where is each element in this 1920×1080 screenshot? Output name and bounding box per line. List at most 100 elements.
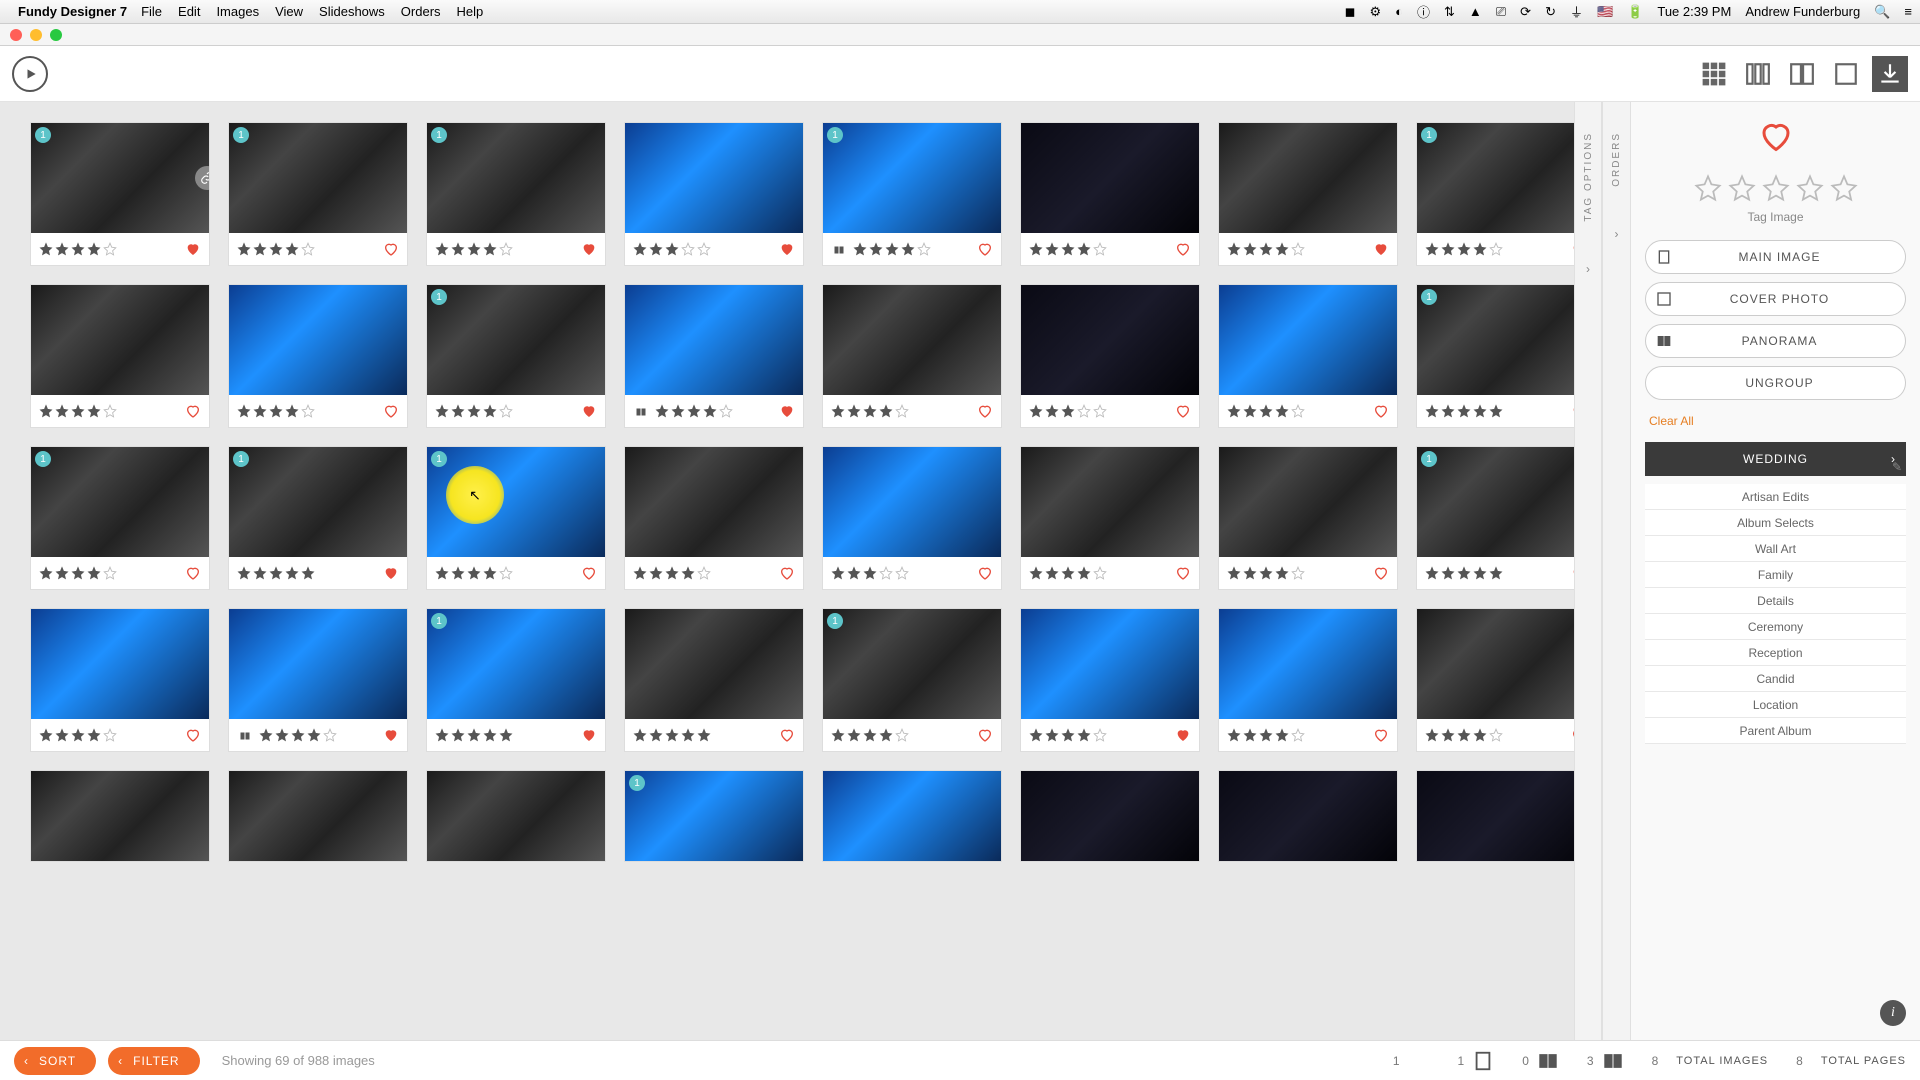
star-icon[interactable] — [301, 566, 315, 580]
image-card[interactable] — [624, 446, 804, 590]
thumbnail[interactable] — [823, 285, 1001, 395]
star-icon[interactable] — [681, 242, 695, 256]
thumbnail[interactable] — [1219, 771, 1397, 861]
cover-photo-button[interactable]: COVER PHOTO — [1645, 282, 1906, 316]
heart-icon[interactable] — [1373, 241, 1389, 257]
heart-icon[interactable] — [1571, 727, 1574, 743]
star-icon[interactable] — [467, 242, 481, 256]
image-card[interactable]: 1 — [426, 446, 606, 590]
star-icon[interactable] — [1077, 404, 1091, 418]
star-icon[interactable] — [1045, 242, 1059, 256]
info-button[interactable]: i — [1880, 1000, 1906, 1026]
star-icon[interactable] — [847, 404, 861, 418]
heart-icon[interactable] — [779, 727, 795, 743]
category-item[interactable]: Reception — [1645, 640, 1906, 666]
heart-icon[interactable] — [581, 403, 597, 419]
heart-icon[interactable] — [1373, 565, 1389, 581]
image-card[interactable] — [228, 608, 408, 752]
star-icon[interactable] — [451, 728, 465, 742]
star-icon[interactable] — [285, 404, 299, 418]
thumbnail[interactable] — [1021, 609, 1199, 719]
thumbnail[interactable] — [625, 447, 803, 557]
star-icon[interactable] — [1077, 566, 1091, 580]
star-icon[interactable] — [55, 566, 69, 580]
heart-icon[interactable] — [1175, 403, 1191, 419]
heart-icon[interactable] — [383, 565, 399, 581]
rating-stars[interactable] — [1645, 174, 1906, 202]
image-card[interactable] — [1416, 770, 1574, 862]
status-icon[interactable]: ⟳ — [1520, 4, 1531, 20]
image-card[interactable] — [1218, 770, 1398, 862]
heart-icon[interactable] — [779, 241, 795, 257]
compare-view-button[interactable] — [1784, 56, 1820, 92]
ungroup-button[interactable]: UNGROUP — [1645, 366, 1906, 400]
image-card[interactable]: 1 — [822, 608, 1002, 752]
star-icon[interactable] — [87, 728, 101, 742]
star-icon[interactable] — [301, 404, 315, 418]
heart-icon[interactable] — [779, 565, 795, 581]
status-icon[interactable]: ⎚ — [1496, 4, 1506, 20]
status-icon[interactable]: ⇅ — [1444, 4, 1455, 20]
star-icon[interactable] — [71, 404, 85, 418]
menu-file[interactable]: File — [141, 4, 162, 19]
image-card[interactable] — [624, 608, 804, 752]
image-card[interactable]: 1 — [1416, 446, 1574, 590]
star-icon[interactable] — [1457, 242, 1471, 256]
star-icon[interactable] — [665, 242, 679, 256]
star-icon[interactable] — [1457, 404, 1471, 418]
image-card[interactable]: 1 — [426, 122, 606, 266]
star-icon[interactable] — [863, 566, 877, 580]
star-icon[interactable] — [253, 242, 267, 256]
rating-stars[interactable] — [237, 566, 383, 580]
category-item[interactable]: Album Selects — [1645, 510, 1906, 536]
status-icon[interactable]: ↻ — [1545, 4, 1556, 20]
star-icon[interactable] — [1029, 566, 1043, 580]
play-button[interactable] — [12, 56, 48, 92]
star-icon[interactable] — [275, 728, 289, 742]
star-icon[interactable] — [671, 404, 685, 418]
star-icon[interactable] — [103, 566, 117, 580]
image-card[interactable] — [1020, 122, 1200, 266]
panorama-button[interactable]: PANORAMA — [1645, 324, 1906, 358]
star-icon[interactable] — [1243, 566, 1257, 580]
star-icon[interactable] — [719, 404, 733, 418]
tag-options-rail[interactable]: TAG OPTIONS › — [1574, 102, 1602, 1040]
star-icon[interactable] — [1275, 242, 1289, 256]
star-icon[interactable] — [55, 728, 69, 742]
star-icon[interactable] — [55, 404, 69, 418]
status-icon[interactable]: ◐ — [1395, 4, 1403, 19]
thumbnail[interactable] — [1219, 285, 1397, 395]
star-icon[interactable] — [435, 404, 449, 418]
rating-stars[interactable] — [435, 404, 581, 418]
heart-icon[interactable] — [1175, 241, 1191, 257]
category-dropdown[interactable]: WEDDING › — [1645, 442, 1906, 476]
star-icon[interactable] — [1291, 566, 1305, 580]
thumbnail[interactable] — [31, 771, 209, 861]
rating-stars[interactable] — [633, 728, 779, 742]
star-icon[interactable] — [649, 728, 663, 742]
star-icon[interactable] — [483, 404, 497, 418]
star-icon[interactable] — [1473, 404, 1487, 418]
star-icon[interactable] — [1227, 242, 1241, 256]
status-icon[interactable]: ⚙ — [1369, 4, 1381, 20]
thumbnail[interactable]: 1 — [427, 123, 605, 233]
image-card[interactable]: 1 — [30, 446, 210, 590]
heart-icon[interactable] — [185, 241, 201, 257]
star-icon[interactable] — [291, 728, 305, 742]
menu-edit[interactable]: Edit — [178, 4, 200, 19]
star-icon[interactable] — [885, 242, 899, 256]
star-icon[interactable] — [1029, 728, 1043, 742]
star-icon[interactable] — [847, 728, 861, 742]
star-icon[interactable] — [1093, 404, 1107, 418]
star-icon[interactable] — [665, 728, 679, 742]
rating-stars[interactable] — [1425, 566, 1571, 580]
heart-icon[interactable] — [581, 241, 597, 257]
thumbnail[interactable] — [625, 609, 803, 719]
download-button[interactable] — [1872, 56, 1908, 92]
clock[interactable]: Tue 2:39 PM — [1657, 4, 1731, 19]
image-card[interactable]: 1 — [1416, 122, 1574, 266]
star-icon[interactable] — [1045, 728, 1059, 742]
star-icon[interactable] — [55, 242, 69, 256]
category-item[interactable]: Artisan Edits — [1645, 484, 1906, 510]
star-icon[interactable] — [1441, 242, 1455, 256]
